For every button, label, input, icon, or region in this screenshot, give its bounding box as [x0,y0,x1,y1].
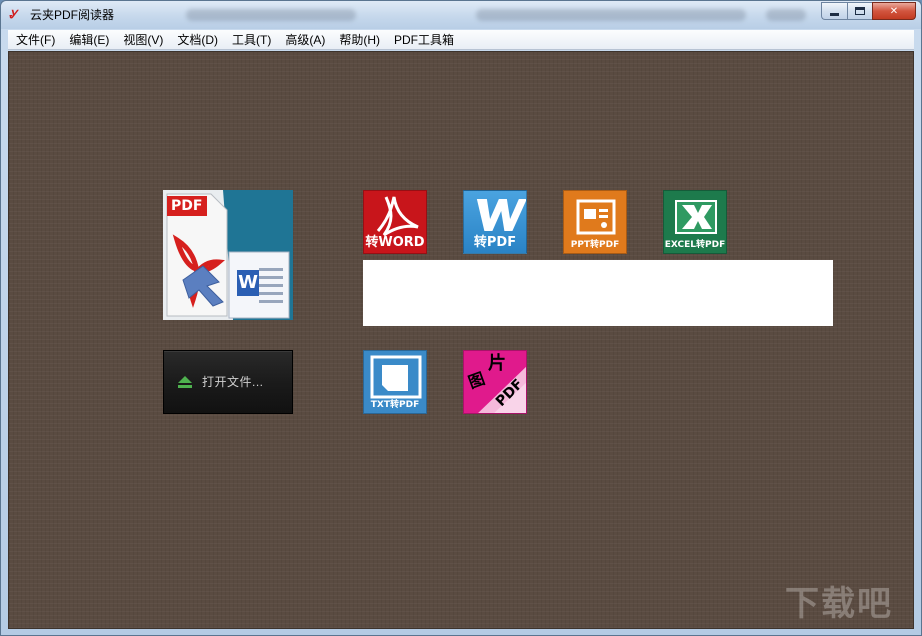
tile-image-to-pdf[interactable]: 片 图 PDF [463,350,527,414]
start-panel: PDF W 打开文件... 转WORD 转PDF PPT转PDF EXCEL转P… [8,51,914,629]
tile-excel-to-pdf[interactable]: EXCEL转PDF [663,190,727,254]
app-window: Ꮍ 云夹PDF阅读器 ✕ 文件(F) 编辑(E) 视图(V) 文档(D) 工具(… [0,0,922,636]
menu-pdf-toolbox[interactable]: PDF工具箱 [387,31,461,49]
maximize-button[interactable] [847,2,872,20]
minimize-button[interactable] [821,2,847,20]
word-w-label: W [237,270,259,296]
pdf-to-word-tile[interactable]: PDF W [163,190,293,320]
tile-txt-to-pdf[interactable]: TXT转PDF [363,350,427,414]
menu-view[interactable]: 视图(V) [116,31,170,49]
menu-document[interactable]: 文档(D) [170,31,225,49]
tile-label: 转WORD [365,235,425,250]
watermark-text: 下载吧 [785,584,893,624]
menu-file[interactable]: 文件(F) [8,31,62,49]
tile-label: TXT转PDF [370,400,420,410]
menu-edit[interactable]: 编辑(E) [62,31,116,49]
tile-label: EXCEL转PDF [664,240,726,250]
open-file-label: 打开文件... [202,375,264,389]
tile-to-word[interactable]: 转WORD [363,190,427,254]
menu-help[interactable]: 帮助(H) [332,31,387,49]
window-title: 云夹PDF阅读器 [30,8,115,22]
tile-ppt-to-pdf[interactable]: PPT转PDF [563,190,627,254]
menu-tools[interactable]: 工具(T) [225,31,278,49]
site-watermark: 下载吧 [785,584,905,624]
pdf-label: PDF [171,198,203,214]
blurred-title-text [476,9,746,21]
eject-icon [178,376,192,388]
tile-word-to-pdf[interactable]: 转PDF [463,190,527,254]
yunjia-logo-icon: Ꮍ [9,8,18,21]
blurred-title-text [766,9,806,21]
close-button[interactable]: ✕ [872,2,916,20]
maximize-icon [855,7,865,15]
tile-label: 转PDF [473,235,517,250]
blurred-title-text [186,9,356,21]
tile-label: PPT转PDF [570,240,620,250]
title-bar[interactable]: Ꮍ 云夹PDF阅读器 ✕ [1,1,921,29]
image-tile-top-text: 片 [488,353,506,374]
open-file-button[interactable]: 打开文件... [163,350,293,414]
minimize-icon [830,12,839,16]
window-controls: ✕ [821,2,916,20]
menu-bar: 文件(F) 编辑(E) 视图(V) 文档(D) 工具(T) 高级(A) 帮助(H… [8,30,914,50]
content-area [363,260,833,326]
close-icon: ✕ [889,5,899,17]
menu-advanced[interactable]: 高级(A) [278,31,332,49]
